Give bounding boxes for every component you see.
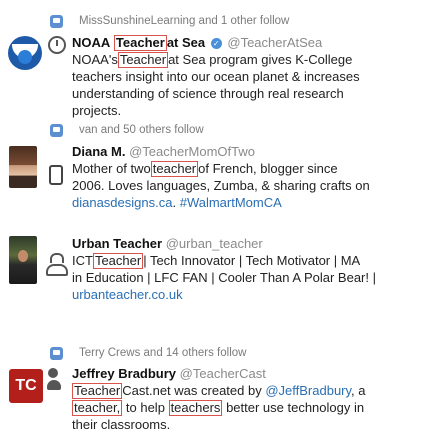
bio-highlight: teacher, [72, 400, 123, 416]
bio-text: Mother of two [72, 161, 151, 176]
who-to-follow-feed: MissSunshineLearning and 1 other follow … [0, 0, 441, 448]
mention-link[interactable]: @JeffBradbury [265, 383, 351, 398]
account-header: Diana M. @TeacherMomOfTwo [72, 144, 255, 160]
bio-line: Teacher Cast.net was created by @JeffBrad… [72, 383, 366, 399]
bio-line: 2006. Loves languages, Zumba, & sharing … [72, 178, 370, 193]
account-handle[interactable]: @TeacherAtSea [227, 35, 322, 50]
verified-icon: ✓ [210, 38, 222, 50]
avatar-urban-teacher[interactable] [9, 236, 37, 284]
account-handle[interactable]: @TeacherMomOfTwo [129, 144, 255, 159]
follow-context: Terry Crews and 14 others follow [79, 347, 247, 359]
account-handle[interactable]: @TeacherCast [180, 366, 266, 381]
account-handle[interactable]: @urban_teacher [166, 236, 263, 251]
avatar-teachercast[interactable]: TC [9, 369, 43, 403]
bio-highlight: Teacher [72, 383, 123, 399]
bio-line: dianasdesigns.ca. #WalmartMomCA [72, 195, 282, 211]
bio-line: ICT Teacher | Tech Innovator | Tech Motiva… [72, 253, 360, 269]
bio-text: better use technology in [226, 400, 365, 415]
ctx-icon [50, 347, 63, 360]
bio-text: | Tech Innovator | Tech Motivator | MA [143, 253, 361, 268]
account-header: NOAA Teacher at Sea ✓ @TeacherAtSea [72, 35, 322, 51]
bio-line: teacher, to help teachers better use tec… [72, 400, 364, 416]
clock-icon[interactable] [48, 36, 66, 54]
group-icon[interactable] [47, 368, 64, 392]
account-name-rest[interactable]: at Sea [167, 35, 205, 50]
bio-line: teachers insight into our ocean planet &… [72, 69, 360, 84]
follow-context: van and 50 others follow [79, 124, 204, 136]
hashtag-link[interactable]: #WalmartMomCA [180, 195, 282, 210]
bio-line: Mother of two teacher of French, blogger s… [72, 161, 338, 177]
bio-highlight: teacher [150, 161, 199, 177]
account-name[interactable]: NOAA [72, 35, 110, 50]
bio-text: Cast.net was created by [122, 383, 262, 398]
ctx-icon [50, 15, 63, 28]
bio-line: projects. [72, 103, 122, 118]
bio-text: . [172, 195, 177, 210]
bio-text: NOAA's [72, 52, 118, 67]
avatar-noaa[interactable] [8, 36, 42, 70]
bio-text: to help [125, 400, 165, 415]
avatar-diana[interactable] [9, 146, 37, 188]
bio-line: in Education | LFC FAN | Cooler Than A P… [72, 270, 376, 285]
bio-highlight: Teacher [117, 52, 169, 68]
account-name[interactable]: Diana M. [72, 144, 125, 159]
account-header: Urban Teacher @urban_teacher [72, 236, 263, 252]
bio-line: NOAA's Teacher at Sea program gives K-Coll… [72, 52, 352, 68]
bio-text: , a [351, 383, 366, 398]
bio-highlight: Teacher [92, 253, 144, 269]
phone-icon[interactable] [49, 165, 63, 185]
ctx-icon [50, 124, 63, 137]
bio-link[interactable]: dianasdesigns.ca [72, 195, 172, 210]
account-name-highlight[interactable]: Teacher [113, 35, 167, 51]
bio-line: understanding of science through real re… [72, 86, 344, 101]
bio-text: of French, blogger since [198, 161, 338, 176]
follow-context: MissSunshineLearning and 1 other follow [79, 15, 290, 27]
account-header: Jeffrey Bradbury @TeacherCast [72, 366, 266, 382]
bio-highlight: teachers [168, 400, 223, 416]
bio-link[interactable]: urbanteacher.co.uk [72, 287, 183, 303]
account-name[interactable]: Jeffrey Bradbury [72, 366, 176, 381]
bio-text: ICT [72, 253, 93, 268]
person-icon[interactable] [46, 253, 68, 276]
account-name[interactable]: Urban Teacher [72, 236, 162, 251]
bio-line: their classrooms. [72, 417, 171, 432]
bio-text: at Sea program gives K-College [168, 52, 353, 67]
